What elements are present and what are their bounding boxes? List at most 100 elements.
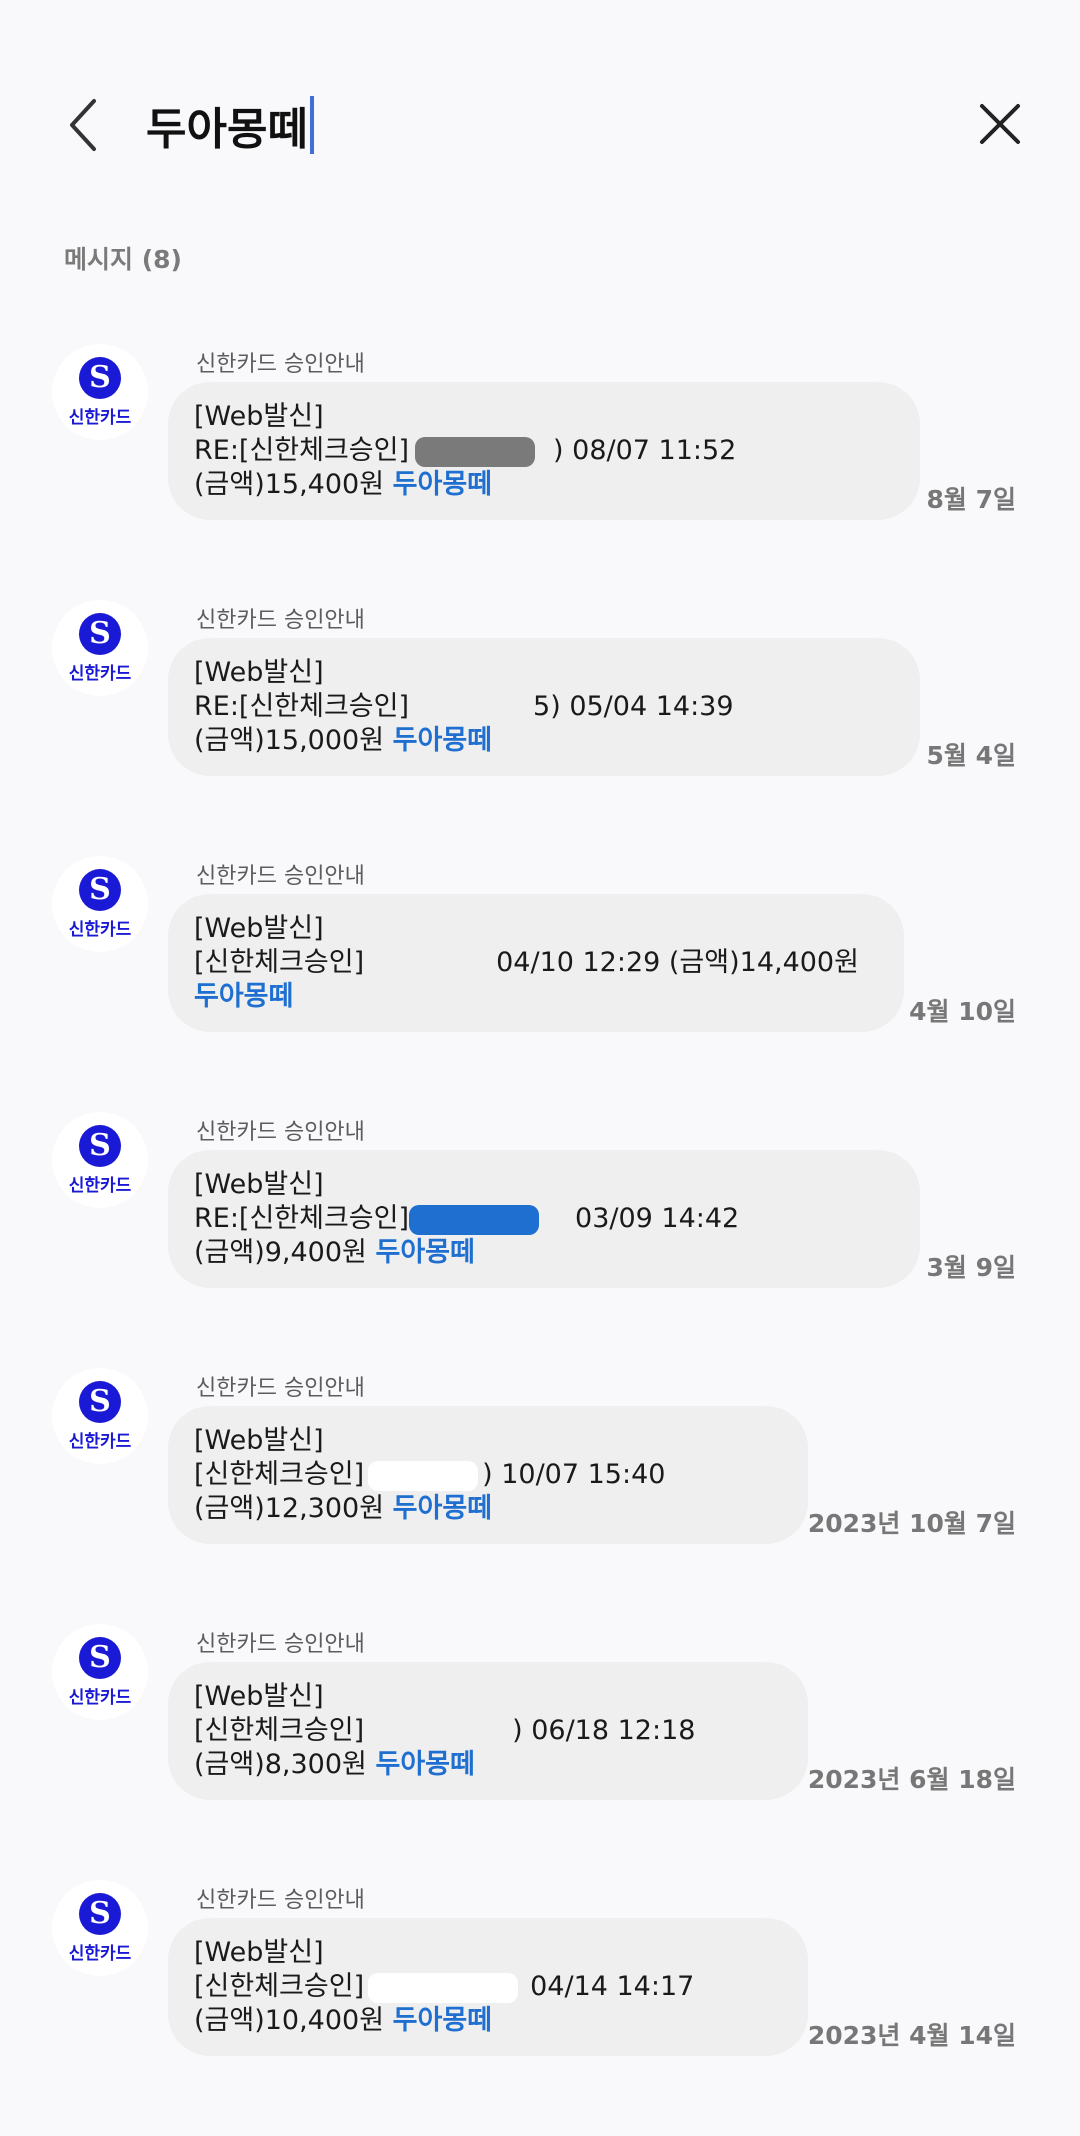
message-line-2-prefix: [신한체크승인] bbox=[194, 1459, 365, 1490]
avatar[interactable]: S 신한카드 bbox=[52, 1112, 148, 1208]
message-line-1: [Web발신] bbox=[194, 1681, 324, 1712]
message-line-3: (금액)12,300원 두아몽떼 bbox=[194, 1492, 782, 1526]
avatar[interactable]: S 신한카드 bbox=[52, 1880, 148, 1976]
avatar-label: 신한카드 bbox=[68, 1175, 132, 1196]
message-line-3: (금액)9,400원 두아몽떼 bbox=[194, 1236, 894, 1270]
message-item[interactable]: S 신한카드 신한카드 승인안내 [Web발신] [신한체크승인] 04/10 1… bbox=[0, 842, 1080, 1098]
message-date: 2023년 10월 7일 bbox=[807, 1509, 1016, 1538]
redacted-block bbox=[411, 692, 532, 723]
search-highlight: 두아몽떼 bbox=[375, 1749, 475, 1780]
close-icon bbox=[980, 104, 1020, 144]
search-highlight: 두아몽떼 bbox=[392, 1493, 493, 1524]
shinhan-card-logo-icon: S bbox=[79, 868, 121, 911]
avatar-label: 신한카드 bbox=[68, 1687, 132, 1708]
message-bubble[interactable]: [Web발신] RE:[신한체크승인]) 08/07 11:52 (금액)15,… bbox=[168, 382, 920, 520]
avatar[interactable]: S 신한카드 bbox=[52, 1368, 148, 1464]
message-date: 3월 9일 bbox=[926, 1253, 1017, 1282]
message-date: 2023년 4월 14일 bbox=[807, 2021, 1016, 2050]
sender-name: 신한카드 승인안내 bbox=[196, 608, 365, 633]
message-item[interactable]: S 신한카드 신한카드 승인안내 [Web발신] [신한체크승인] ) 06/18… bbox=[0, 1610, 1080, 1866]
back-button[interactable] bbox=[52, 90, 112, 160]
message-line-1: [Web발신] bbox=[194, 913, 324, 944]
redacted-block bbox=[409, 1204, 540, 1235]
message-line-2: [신한체크승인] ) 06/18 12:18 bbox=[194, 1714, 782, 1748]
message-line-1: [Web발신] bbox=[194, 401, 324, 432]
message-bubble[interactable]: [Web발신] [신한체크승인] ) 06/18 12:18 (금액)8,300원… bbox=[168, 1662, 808, 1800]
search-highlight: 두아몽떼 bbox=[194, 981, 294, 1012]
message-bubble[interactable]: [Web발신] RE:[신한체크승인] 03/09 14:42 (금액)9,400… bbox=[168, 1150, 920, 1288]
message-item[interactable]: S 신한카드 신한카드 승인안내 [Web발신] RE:[신한체크승인] 5) 0… bbox=[0, 586, 1080, 842]
message-line-2-prefix: RE:[신한체크승인] bbox=[194, 1203, 410, 1234]
message-line-2-suffix: ) 08/07 11:52 bbox=[553, 435, 737, 466]
shinhan-card-logo-icon: S bbox=[79, 1892, 121, 1935]
message-line-3: (금액)10,400원 두아몽떼 bbox=[194, 2004, 782, 2038]
avatar-label: 신한카드 bbox=[68, 1943, 132, 1964]
section-label-messages: 메시지 (8) bbox=[64, 245, 182, 274]
sender-name: 신한카드 승인안내 bbox=[196, 1376, 365, 1401]
message-line-2-prefix: [신한체크승인] bbox=[194, 1971, 365, 2002]
message-line-2: [신한체크승인] 04/10 12:29 (금액)14,400원 bbox=[194, 946, 878, 980]
message-bubble[interactable]: [Web발신] [신한체크승인]) 10/07 15:40 (금액)12,300… bbox=[168, 1406, 808, 1544]
message-amount: (금액)12,300원 bbox=[194, 1493, 385, 1524]
search-highlight: 두아몽떼 bbox=[392, 2005, 493, 2036]
avatar[interactable]: S 신한카드 bbox=[52, 1624, 148, 1720]
text-caret bbox=[309, 96, 314, 154]
search-input[interactable]: 두아몽떼 bbox=[146, 92, 314, 158]
message-bubble[interactable]: [Web발신] [신한체크승인] 04/14 14:17 (금액)10,400원 … bbox=[168, 1918, 808, 2056]
message-item[interactable]: S 신한카드 신한카드 승인안내 [Web발신] [신한체크승인] 04/14 1… bbox=[0, 1866, 1080, 2122]
sender-name: 신한카드 승인안내 bbox=[196, 352, 365, 377]
message-line-2-prefix: [신한체크승인] bbox=[194, 947, 365, 978]
message-line-3: 두아몽떼 bbox=[194, 980, 878, 1014]
message-line-2-suffix: 5) 05/04 14:39 bbox=[533, 691, 734, 722]
search-header: 두아몽떼 bbox=[0, 0, 1080, 200]
message-list: S 신한카드 신한카드 승인안내 [Web발신] RE:[신한체크승인]) 08… bbox=[0, 330, 1080, 2122]
search-highlight: 두아몽떼 bbox=[392, 725, 493, 756]
message-amount: (금액)8,300원 bbox=[194, 1749, 367, 1780]
message-line-2: RE:[신한체크승인] 5) 05/04 14:39 bbox=[194, 690, 894, 724]
avatar-label: 신한카드 bbox=[68, 1431, 132, 1452]
message-date: 4월 10일 bbox=[909, 997, 1016, 1026]
shinhan-card-logo-icon: S bbox=[79, 1636, 121, 1679]
redacted-block bbox=[415, 436, 536, 467]
redacted-block bbox=[368, 1716, 509, 1747]
message-line-2-prefix: [신한체크승인] bbox=[194, 1715, 365, 1746]
shinhan-card-logo-icon: S bbox=[79, 612, 121, 655]
message-item[interactable]: S 신한카드 신한카드 승인안내 [Web발신] [신한체크승인]) 10/07… bbox=[0, 1354, 1080, 1610]
message-line-1: [Web발신] bbox=[194, 1425, 324, 1456]
message-amount: (금액)15,400원 bbox=[194, 469, 385, 500]
message-line-2-suffix: 04/14 14:17 bbox=[530, 1971, 695, 2002]
message-date: 8월 7일 bbox=[926, 485, 1017, 514]
avatar-label: 신한카드 bbox=[68, 407, 132, 428]
message-line-2: [신한체크승인]) 10/07 15:40 bbox=[194, 1458, 782, 1492]
message-line-2-suffix: 04/10 12:29 (금액)14,400원 bbox=[496, 947, 859, 978]
message-bubble[interactable]: [Web발신] [신한체크승인] 04/10 12:29 (금액)14,400원 … bbox=[168, 894, 904, 1032]
search-highlight: 두아몽떼 bbox=[392, 469, 493, 500]
message-line-3: (금액)15,000원 두아몽떼 bbox=[194, 724, 894, 758]
message-bubble[interactable]: [Web발신] RE:[신한체크승인] 5) 05/04 14:39 (금액)15… bbox=[168, 638, 920, 776]
message-line-2: [신한체크승인] 04/14 14:17 bbox=[194, 1970, 782, 2004]
avatar[interactable]: S 신한카드 bbox=[52, 600, 148, 696]
redacted-block bbox=[370, 948, 491, 979]
message-amount: (금액)10,400원 bbox=[194, 2005, 385, 2036]
avatar-label: 신한카드 bbox=[68, 663, 132, 684]
message-line-2-prefix: RE:[신한체크승인] bbox=[194, 691, 410, 722]
search-highlight: 두아몽떼 bbox=[375, 1237, 475, 1268]
message-item[interactable]: S 신한카드 신한카드 승인안내 [Web발신] RE:[신한체크승인] 03/0… bbox=[0, 1098, 1080, 1354]
avatar-label: 신한카드 bbox=[68, 919, 132, 940]
chevron-left-icon bbox=[70, 99, 96, 151]
avatar[interactable]: S 신한카드 bbox=[52, 856, 148, 952]
message-line-3: (금액)8,300원 두아몽떼 bbox=[194, 1748, 782, 1782]
shinhan-card-logo-icon: S bbox=[79, 1124, 121, 1167]
message-amount: (금액)9,400원 bbox=[194, 1237, 367, 1268]
message-line-1: [Web발신] bbox=[194, 1937, 324, 1968]
sender-name: 신한카드 승인안내 bbox=[196, 1632, 365, 1657]
avatar[interactable]: S 신한카드 bbox=[52, 344, 148, 440]
message-line-1: [Web발신] bbox=[194, 657, 324, 688]
sender-name: 신한카드 승인안내 bbox=[196, 864, 365, 889]
shinhan-card-logo-icon: S bbox=[79, 356, 121, 399]
clear-search-button[interactable] bbox=[972, 96, 1028, 152]
shinhan-card-logo-icon: S bbox=[79, 1380, 121, 1423]
message-date: 2023년 6월 18일 bbox=[807, 1765, 1016, 1794]
message-item[interactable]: S 신한카드 신한카드 승인안내 [Web발신] RE:[신한체크승인]) 08… bbox=[0, 330, 1080, 586]
message-line-2-suffix: ) 06/18 12:18 bbox=[512, 1715, 696, 1746]
